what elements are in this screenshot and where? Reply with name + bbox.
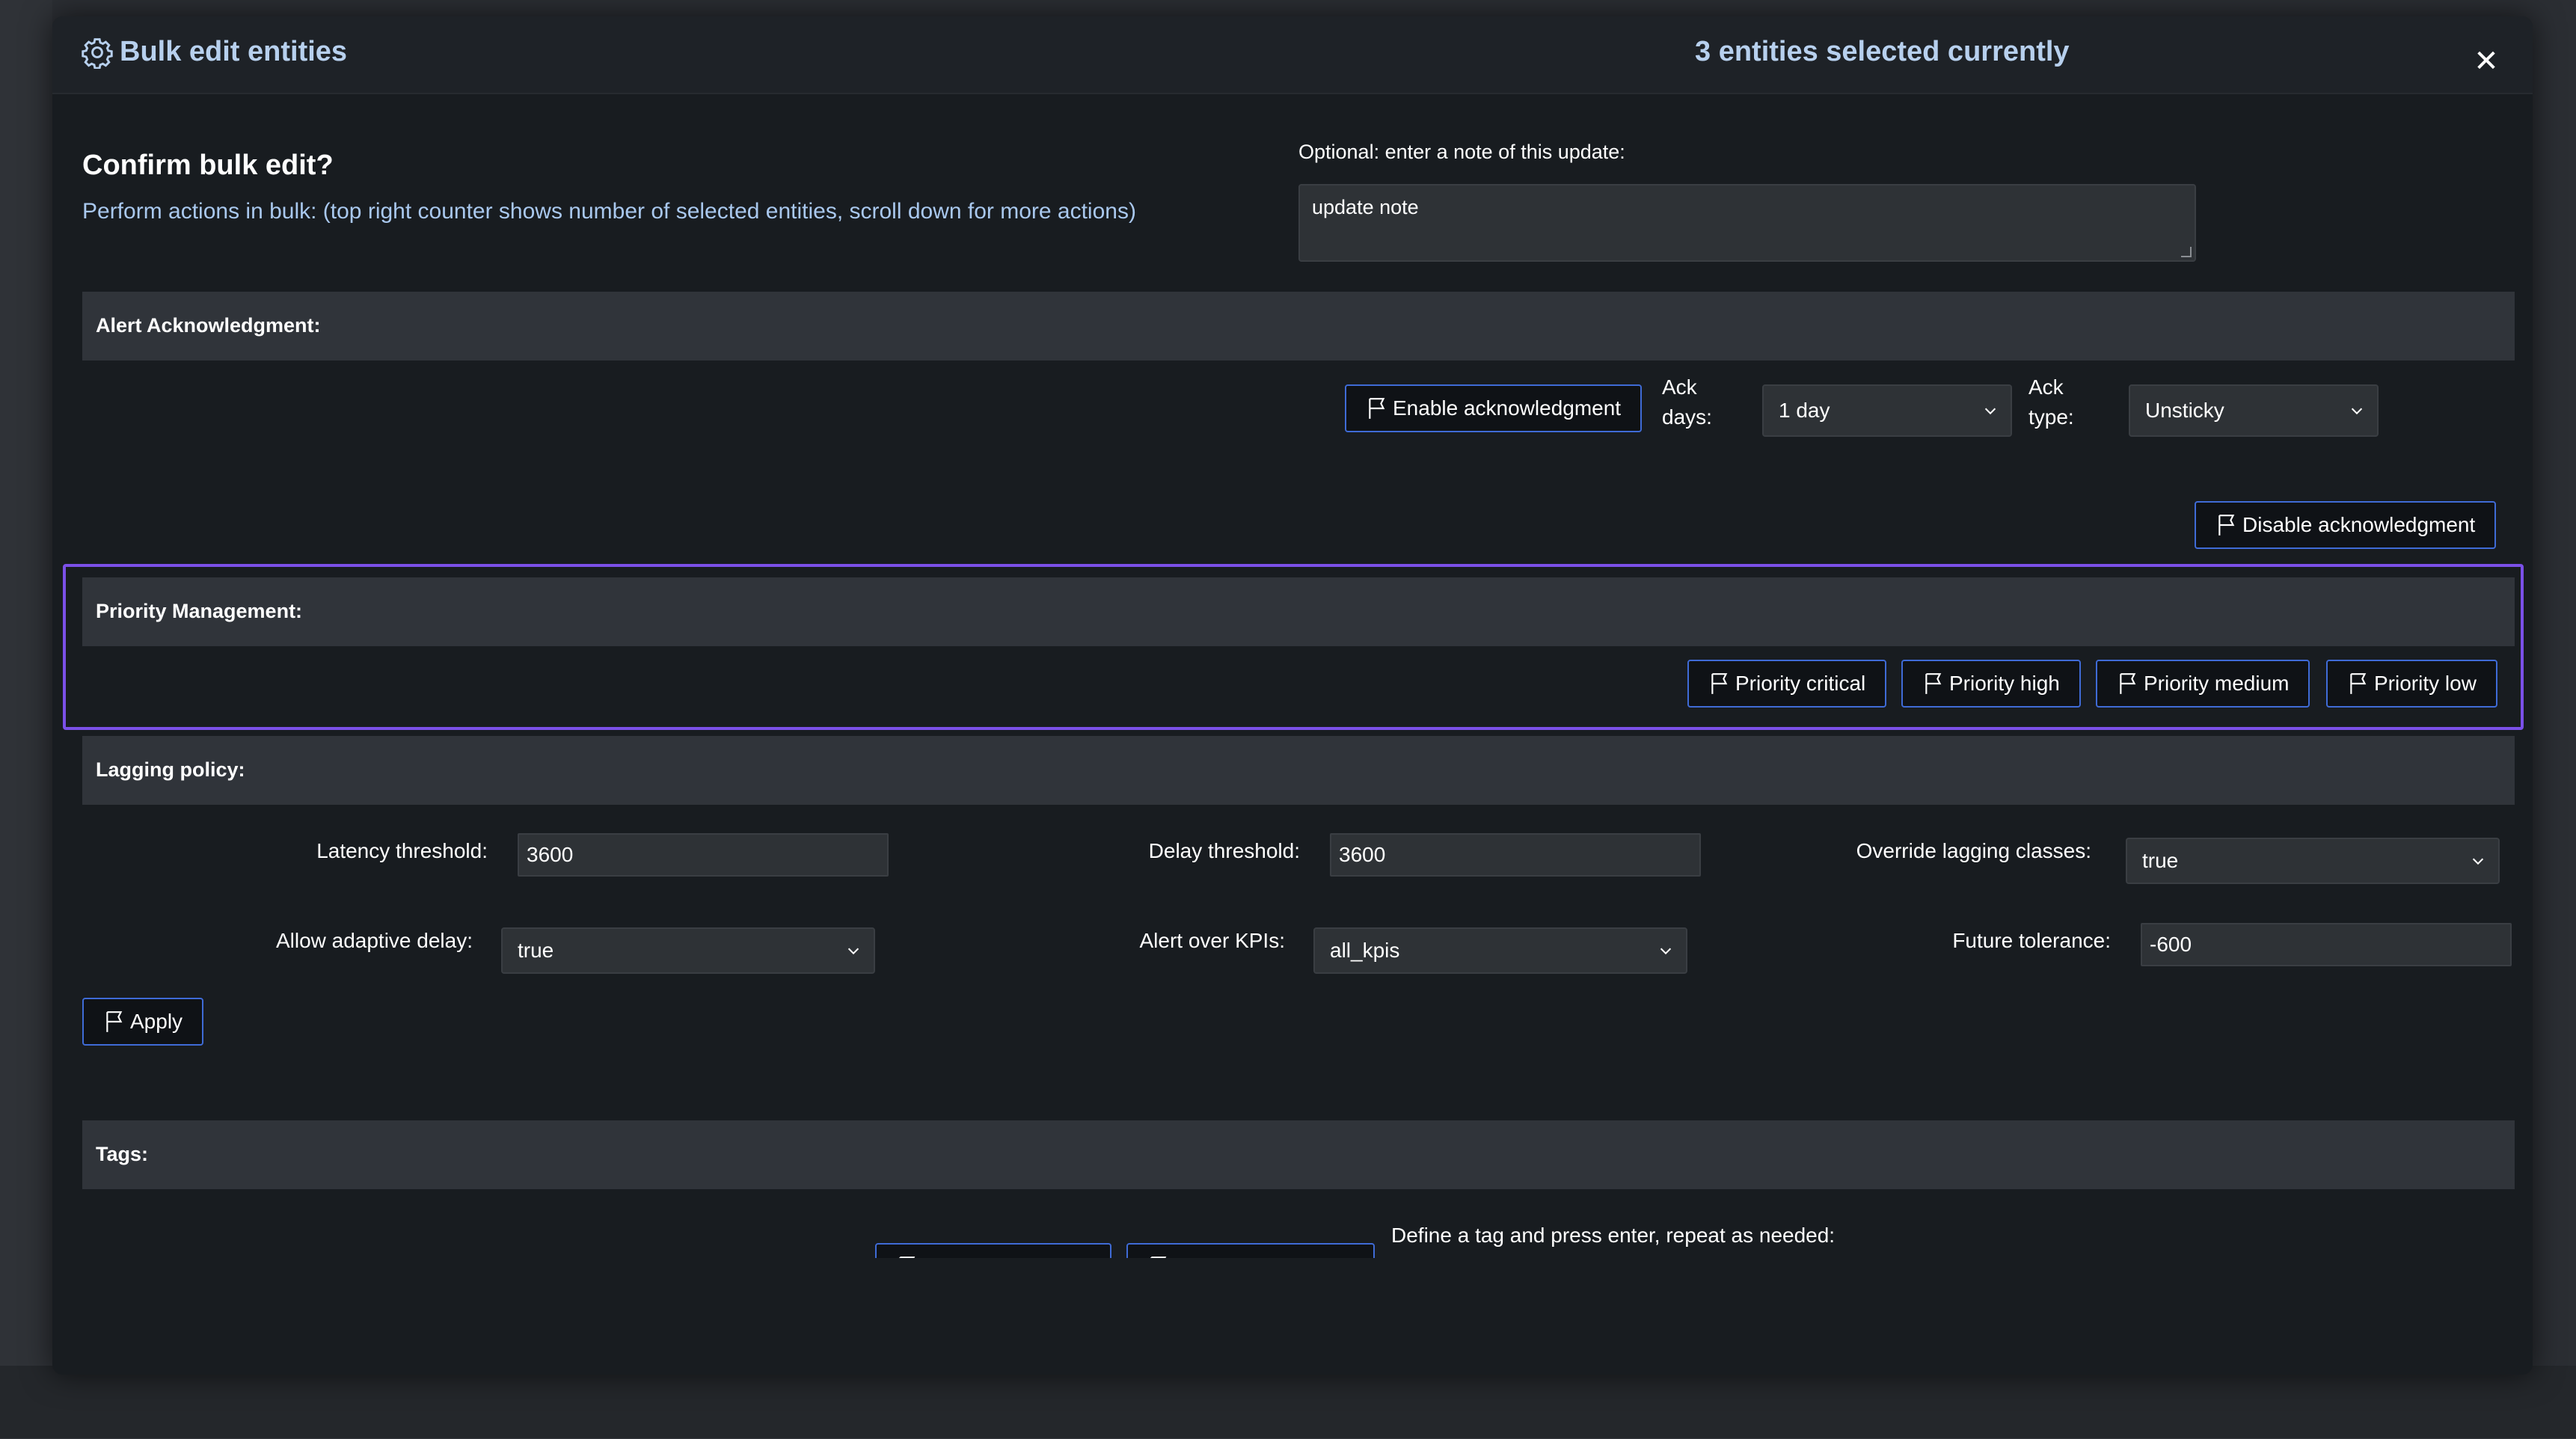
button-label: Priority low bbox=[2374, 672, 2477, 695]
flag-icon bbox=[2350, 673, 2367, 694]
allow-adaptive-delay-select[interactable]: true bbox=[501, 927, 875, 974]
flag-icon bbox=[106, 1011, 123, 1032]
input-value: -600 bbox=[2150, 933, 2192, 956]
note-label: Optional: enter a note of this update: bbox=[1298, 141, 1625, 163]
latency-threshold-input[interactable]: 3600 bbox=[518, 833, 889, 877]
modal-header: Bulk edit entities 3 entities selected c… bbox=[52, 16, 2533, 94]
flag-icon bbox=[1711, 673, 1728, 694]
close-icon[interactable]: ✕ bbox=[2471, 46, 2501, 76]
override-lagging-classes-label: Override lagging classes: bbox=[1856, 839, 2091, 862]
note-textarea[interactable]: update note bbox=[1298, 184, 2196, 262]
section-title: Lagging policy: bbox=[96, 758, 245, 781]
select-value: Unsticky bbox=[2145, 399, 2224, 422]
button-label: Priority critical bbox=[1735, 672, 1866, 695]
bulk-edit-modal: Bulk edit entities 3 entities selected c… bbox=[52, 16, 2533, 1375]
alert-over-kpis-select[interactable]: all_kpis bbox=[1313, 927, 1687, 974]
note-value: update note bbox=[1312, 196, 1419, 218]
disable-acknowledgment-button[interactable]: Disable acknowledgment bbox=[2195, 501, 2497, 549]
resize-handle[interactable] bbox=[2181, 247, 2192, 257]
modal-title: Bulk edit entities bbox=[120, 36, 348, 67]
flag-icon bbox=[2120, 673, 2136, 694]
modal-footer bbox=[52, 1258, 2533, 1375]
tags-hint: Define a tag and press enter, repeat as … bbox=[1391, 1224, 1836, 1247]
delay-threshold-label: Delay threshold: bbox=[1148, 839, 1300, 862]
section-title: Alert Acknowledgment: bbox=[96, 314, 321, 337]
button-label: Apply bbox=[130, 1010, 183, 1033]
flag-icon bbox=[1369, 398, 1385, 419]
future-tolerance-input[interactable]: -600 bbox=[2141, 923, 2512, 966]
confirm-subtitle: Perform actions in bulk: (top right coun… bbox=[82, 199, 1136, 224]
selection-counter: 3 entities selected currently bbox=[1695, 36, 2070, 67]
latency-threshold-label: Latency threshold: bbox=[316, 839, 488, 862]
confirm-title: Confirm bulk edit? bbox=[82, 150, 334, 181]
section-title: Tags: bbox=[96, 1143, 149, 1165]
flag-icon bbox=[2218, 515, 2235, 536]
select-value: all_kpis bbox=[1330, 939, 1400, 962]
allow-adaptive-delay-label: Allow adaptive delay: bbox=[275, 929, 473, 952]
priority-critical-button[interactable]: Priority critical bbox=[1687, 660, 1887, 708]
button-label: Disable acknowledgment bbox=[2242, 513, 2476, 536]
section-title: Priority Management: bbox=[96, 600, 303, 622]
tags-action-button[interactable] bbox=[875, 1243, 1111, 1259]
priority-low-button[interactable]: Priority low bbox=[2326, 660, 2497, 708]
input-value: 3600 bbox=[527, 843, 574, 866]
background-table-row bbox=[0, 1397, 2576, 1439]
tags-button-clipped[interactable] bbox=[875, 1243, 1114, 1259]
flag-icon bbox=[1925, 673, 1942, 694]
tags-action-button[interactable] bbox=[1126, 1243, 1375, 1259]
priority-high-button[interactable]: Priority high bbox=[1901, 660, 2081, 708]
chevron-down-icon bbox=[847, 948, 859, 955]
alert-over-kpis-label: Alert over KPIs: bbox=[1139, 929, 1285, 952]
priority-medium-button[interactable]: Priority medium bbox=[2096, 660, 2310, 708]
gear-icon bbox=[82, 38, 113, 69]
apply-button[interactable]: Apply bbox=[82, 998, 204, 1046]
enable-acknowledgment-button[interactable]: Enable acknowledgment bbox=[1345, 384, 1643, 432]
section-lagging-policy: Lagging policy: bbox=[82, 736, 2515, 805]
ack-days-select[interactable]: 1 day bbox=[1762, 384, 2012, 437]
chevron-down-icon bbox=[1660, 948, 1672, 955]
background-sidebar bbox=[0, 0, 52, 1418]
ack-days-label: Ack days: bbox=[1662, 375, 1712, 429]
chevron-down-icon bbox=[2351, 408, 2363, 415]
select-value: 1 day bbox=[1779, 399, 1830, 422]
button-label: Priority medium bbox=[2144, 672, 2290, 695]
tags-button-clipped[interactable] bbox=[1126, 1243, 1378, 1259]
button-label: Priority high bbox=[1949, 672, 2060, 695]
select-value: true bbox=[518, 939, 554, 962]
ack-type-select[interactable]: Unsticky bbox=[2129, 384, 2379, 437]
future-tolerance-label: Future tolerance: bbox=[1952, 929, 2111, 952]
chevron-down-icon bbox=[2472, 858, 2484, 865]
section-priority-management: Priority Management: bbox=[82, 577, 2515, 646]
delay-threshold-input[interactable]: 3600 bbox=[1330, 833, 1701, 877]
section-tags: Tags: bbox=[82, 1120, 2515, 1189]
chevron-down-icon bbox=[1984, 408, 1996, 415]
section-alert-acknowledgment: Alert Acknowledgment: bbox=[82, 292, 2515, 360]
input-value: 3600 bbox=[1339, 843, 1386, 866]
ack-type-label: Ack type: bbox=[2028, 375, 2074, 429]
override-lagging-classes-select[interactable]: true bbox=[2126, 838, 2500, 884]
button-label: Enable acknowledgment bbox=[1393, 396, 1622, 420]
select-value: true bbox=[2142, 849, 2179, 872]
